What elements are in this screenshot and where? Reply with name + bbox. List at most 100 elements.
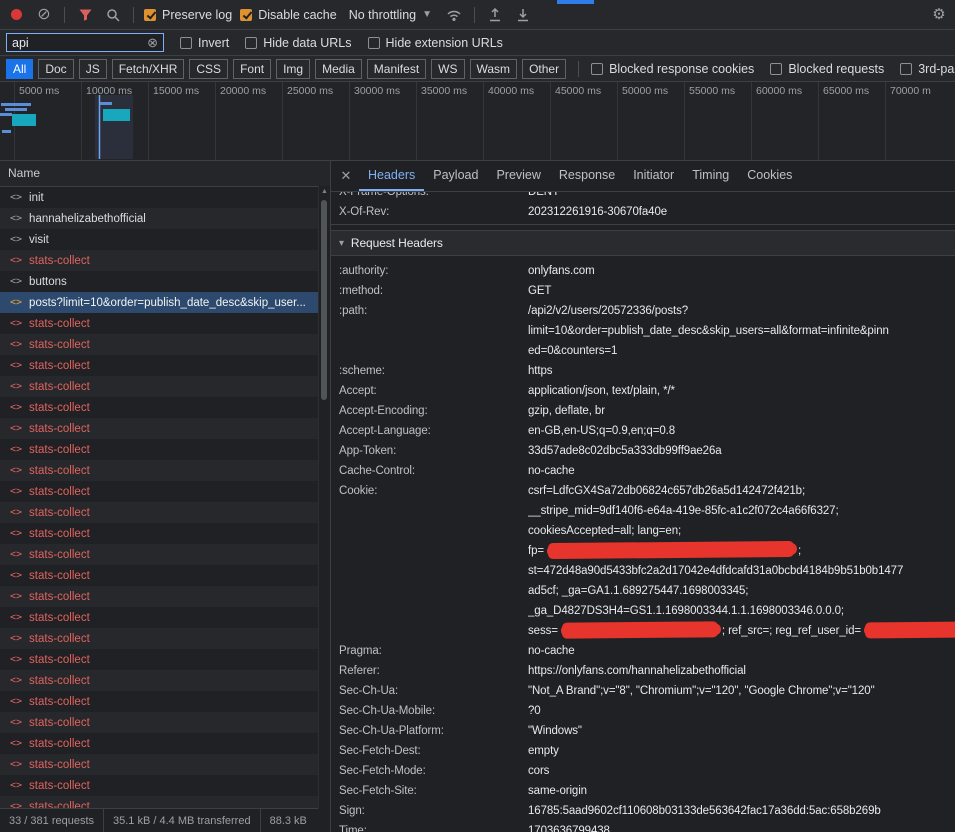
type-filter-wasm[interactable]: Wasm — [470, 59, 518, 79]
request-row[interactable]: <>stats-collect — [0, 565, 330, 586]
script-icon: <> — [10, 717, 22, 728]
type-filter-doc[interactable]: Doc — [38, 59, 73, 79]
header-name: Cache-Control: — [331, 461, 528, 481]
type-filter-other[interactable]: Other — [522, 59, 566, 79]
request-row[interactable]: <>buttons — [0, 271, 330, 292]
requests-scrollbar[interactable]: ▲ — [318, 186, 330, 809]
name-column-header[interactable]: Name — [0, 161, 330, 187]
request-row[interactable]: <>stats-collect — [0, 313, 330, 334]
filter-input[interactable]: api ⊗ — [6, 33, 164, 52]
header-value: "Windows" — [528, 721, 955, 741]
record-button[interactable] — [6, 5, 26, 25]
checkbox-checked[interactable] — [144, 9, 156, 21]
tab-initiator[interactable]: Initiator — [624, 161, 683, 191]
checkbox-unchecked[interactable] — [900, 63, 912, 75]
adv-checkbox-3rd-party-requests[interactable]: 3rd-party requests — [900, 62, 955, 76]
request-row[interactable]: <>stats-collect — [0, 628, 330, 649]
type-filter-css[interactable]: CSS — [189, 59, 228, 79]
checkbox-unchecked[interactable] — [770, 63, 782, 75]
network-conditions-icon[interactable] — [444, 5, 464, 25]
adv-checkbox-blocked-response-cookies[interactable]: Blocked response cookies — [591, 62, 754, 76]
request-row[interactable]: <>stats-collect — [0, 670, 330, 691]
tab-preview[interactable]: Preview — [487, 161, 549, 191]
throttling-dropdown[interactable]: No throttling ▼ — [345, 6, 436, 24]
adv-checkbox-blocked-requests[interactable]: Blocked requests — [770, 62, 884, 76]
request-row[interactable]: <>stats-collect — [0, 775, 330, 796]
header-value-line: https://onlyfans.com/hannahelizabethoffi… — [528, 661, 955, 681]
header-row: App-Token:33d57ade8c02dbc5a333db99ff9ae2… — [331, 441, 955, 461]
network-toolbar: ⊘ Preserve log Disable cache No throttli… — [0, 0, 955, 30]
header-value: gzip, deflate, br — [528, 401, 955, 421]
checkbox-unchecked[interactable] — [180, 37, 192, 49]
type-filter-fetch-xhr[interactable]: Fetch/XHR — [112, 59, 185, 79]
tab-response[interactable]: Response — [550, 161, 624, 191]
request-row[interactable]: <>stats-collect — [0, 607, 330, 628]
filter-checkbox-invert[interactable]: Invert — [180, 36, 229, 50]
type-filter-font[interactable]: Font — [233, 59, 271, 79]
request-row[interactable]: <>stats-collect — [0, 733, 330, 754]
request-headers-section-toggle[interactable]: ▾ Request Headers — [331, 230, 955, 256]
script-icon: <> — [10, 591, 22, 602]
clear-button[interactable]: ⊘ — [34, 5, 54, 25]
request-row[interactable]: <>hannahelizabethofficial — [0, 208, 330, 229]
checkbox-label: Blocked requests — [788, 62, 884, 76]
checkbox-unchecked[interactable] — [591, 63, 603, 75]
filter-icon[interactable] — [75, 5, 95, 25]
request-row[interactable]: <>stats-collect — [0, 334, 330, 355]
header-value-line: 1703636799438 — [528, 821, 955, 832]
request-row[interactable]: <>stats-collect — [0, 523, 330, 544]
filter-checkbox-hide-data-urls[interactable]: Hide data URLs — [245, 36, 351, 50]
header-value: cors — [528, 761, 955, 781]
checkbox-checked[interactable] — [240, 9, 252, 21]
preserve-log-checkbox[interactable]: Preserve log — [144, 8, 232, 22]
header-name: Sec-Fetch-Site: — [331, 781, 528, 801]
request-row-selected[interactable]: <>posts?limit=10&order=publish_date_desc… — [0, 292, 330, 313]
request-row[interactable]: <>stats-collect — [0, 397, 330, 418]
import-har-icon[interactable] — [485, 5, 505, 25]
request-row[interactable]: <>stats-collect — [0, 376, 330, 397]
clipped-header-row: X-Frame-Options:DENY — [331, 192, 955, 202]
request-row[interactable]: <>stats-collect — [0, 418, 330, 439]
tab-headers[interactable]: Headers — [359, 161, 424, 191]
request-row[interactable]: <>visit — [0, 229, 330, 250]
request-row[interactable]: <> init — [0, 187, 330, 208]
filter-checkbox-hide-extension-urls[interactable]: Hide extension URLs — [368, 36, 503, 50]
request-row[interactable]: <>stats-collect — [0, 691, 330, 712]
request-row[interactable]: <>stats-collect — [0, 649, 330, 670]
clear-filter-icon[interactable]: ⊗ — [147, 36, 158, 49]
scroll-up-icon[interactable]: ▲ — [321, 188, 328, 195]
request-row[interactable]: <>stats-collect — [0, 544, 330, 565]
request-row[interactable]: <>stats-collect — [0, 439, 330, 460]
request-row[interactable]: <>stats-collect — [0, 460, 330, 481]
disable-cache-checkbox[interactable]: Disable cache — [240, 8, 337, 22]
checkbox-unchecked[interactable] — [245, 37, 257, 49]
request-row[interactable]: <>stats-collect — [0, 502, 330, 523]
waterfall-overview[interactable]: 5000 ms10000 ms15000 ms20000 ms25000 ms3… — [0, 82, 955, 161]
request-row[interactable]: <>stats-collect — [0, 586, 330, 607]
tab-cookies[interactable]: Cookies — [738, 161, 801, 191]
type-filter-all[interactable]: All — [6, 59, 33, 79]
request-row[interactable]: <>stats-collect — [0, 250, 330, 271]
scrollbar-thumb[interactable] — [321, 200, 327, 400]
type-filter-js[interactable]: JS — [79, 59, 107, 79]
request-name: init — [29, 192, 44, 204]
request-row[interactable]: <>stats-collect — [0, 754, 330, 775]
checkbox-unchecked[interactable] — [368, 37, 380, 49]
settings-gear-icon[interactable]: ⚙ — [929, 5, 949, 25]
request-row[interactable]: <>stats-collect — [0, 712, 330, 733]
request-row[interactable]: <>stats-collect — [0, 355, 330, 376]
type-filter-img[interactable]: Img — [276, 59, 310, 79]
request-name: stats-collect — [29, 696, 90, 708]
type-filter-manifest[interactable]: Manifest — [367, 59, 426, 79]
header-name: :method: — [331, 281, 528, 301]
type-filter-media[interactable]: Media — [315, 59, 362, 79]
request-row[interactable]: <>stats-collect — [0, 796, 330, 808]
type-filter-ws[interactable]: WS — [431, 59, 464, 79]
search-icon[interactable] — [103, 5, 123, 25]
request-row[interactable]: <>stats-collect — [0, 481, 330, 502]
script-icon: <> — [10, 192, 22, 203]
tab-payload[interactable]: Payload — [424, 161, 487, 191]
tab-timing[interactable]: Timing — [683, 161, 738, 191]
close-icon[interactable]: ✕ — [333, 161, 359, 191]
export-har-icon[interactable] — [513, 5, 533, 25]
